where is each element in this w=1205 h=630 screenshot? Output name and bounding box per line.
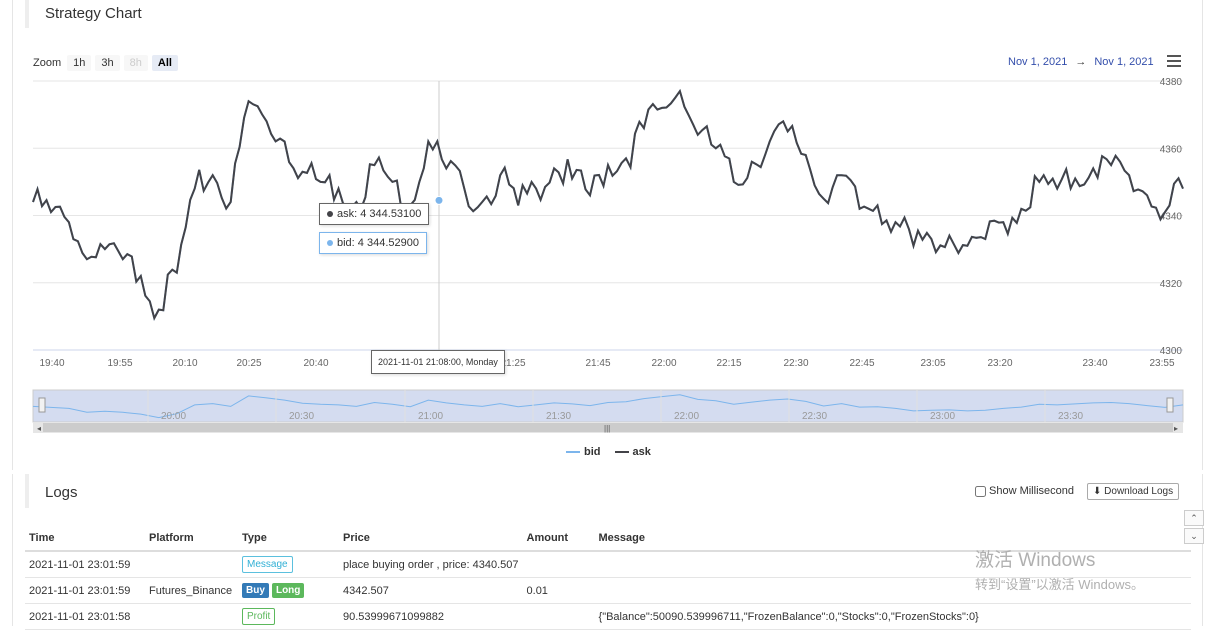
x-tick-label: 22:00 bbox=[651, 358, 676, 369]
cell-message bbox=[594, 551, 1191, 578]
price-chart[interactable]: 43804360434043204300 19:40 19:55 20:10 20:2… bbox=[13, 0, 1202, 470]
profit-badge: Profit bbox=[242, 608, 276, 625]
x-tick-label: 20:10 bbox=[172, 358, 197, 369]
cell-message bbox=[594, 577, 1191, 604]
table-row: 2021-11-01 23:01:59 Futures_Binance Buy … bbox=[25, 577, 1191, 604]
cell-platform: Futures_Binance bbox=[145, 577, 238, 604]
navigator-tick-label: 20:30 bbox=[289, 411, 314, 422]
logs-panel: Logs Show Millisecond ⬇ Download Logs Ti… bbox=[12, 474, 1203, 630]
cell-price: place buying order , price: 4340.507 bbox=[339, 551, 523, 578]
col-type[interactable]: Type bbox=[238, 526, 339, 552]
cell-type: Message bbox=[238, 551, 339, 578]
download-logs-label: Download Logs bbox=[1104, 486, 1174, 497]
tooltip-time-text: 2021-11-01 21:08:00, Monday bbox=[378, 357, 498, 367]
tooltip-ask-text: ask: 4 344.53100 bbox=[337, 208, 422, 220]
cell-amount: 0.01 bbox=[522, 577, 595, 604]
col-amount[interactable]: Amount bbox=[522, 526, 595, 552]
logs-title: Logs bbox=[45, 484, 78, 501]
cell-amount bbox=[522, 551, 595, 578]
buy-badge: Buy bbox=[242, 583, 269, 598]
cell-time: 2021-11-01 23:01:59 bbox=[25, 577, 145, 604]
navigator-tick-label: 20:00 bbox=[161, 411, 186, 422]
bid-series-line[interactable] bbox=[32, 88, 1184, 321]
show-millisecond-toggle[interactable]: Show Millisecond bbox=[975, 485, 1074, 497]
table-row: 2021-11-01 23:01:59 Message place buying… bbox=[25, 551, 1191, 578]
logs-header-row: Time Platform Type Price Amount Message bbox=[25, 526, 1191, 552]
tooltip-bid-text: bid: 4 344.52900 bbox=[337, 237, 419, 249]
logs-table: Time Platform Type Price Amount Message … bbox=[25, 526, 1191, 630]
legend-item-ask[interactable]: ask bbox=[614, 446, 651, 458]
y-tick-label: 4360 bbox=[1160, 144, 1183, 155]
legend-item-bid[interactable]: bid bbox=[566, 446, 601, 458]
message-badge: Message bbox=[242, 556, 293, 573]
navigator-tick-label: 21:30 bbox=[546, 411, 571, 422]
show-millisecond-checkbox[interactable] bbox=[975, 485, 986, 497]
tooltip-ask: ask: 4 344.53100 bbox=[319, 203, 430, 225]
navigator-tick-label: 22:00 bbox=[674, 411, 699, 422]
col-price[interactable]: Price bbox=[339, 526, 523, 552]
y-tick-label: 4300 bbox=[1160, 346, 1183, 357]
strategy-chart-panel: Strategy Chart Zoom 1h 3h 8h All Nov 1, … bbox=[12, 0, 1203, 470]
chart-legend: bid ask bbox=[566, 446, 651, 458]
navigator-tick-label: 22:30 bbox=[802, 411, 827, 422]
x-tick-label: 23:40 bbox=[1082, 358, 1107, 369]
x-tick-label: 19:55 bbox=[107, 358, 132, 369]
x-tick-label: 22:15 bbox=[716, 358, 741, 369]
x-tick-label: 20:25 bbox=[236, 358, 261, 369]
x-tick-label: 22:30 bbox=[783, 358, 808, 369]
download-icon: ⬇ bbox=[1093, 486, 1102, 497]
hover-point-marker bbox=[434, 195, 444, 205]
cell-price: 4342.507 bbox=[339, 577, 523, 604]
bid-legend-icon bbox=[566, 451, 580, 453]
scroll-down-icon[interactable]: ⌄ bbox=[1184, 528, 1204, 544]
tooltip-bid: bid: 4 344.52900 bbox=[319, 232, 427, 254]
y-tick-label: 4380 bbox=[1160, 77, 1183, 88]
ask-dot-icon bbox=[327, 211, 333, 218]
navigator-mask[interactable] bbox=[32, 389, 1184, 423]
navigator-tick-label: 23:30 bbox=[1058, 411, 1083, 422]
bid-dot-icon bbox=[327, 240, 333, 247]
cell-type: Buy Long bbox=[238, 577, 339, 604]
col-time[interactable]: Time bbox=[25, 526, 145, 552]
x-tick-label: 21:45 bbox=[585, 358, 610, 369]
navigator-tick-label: 23:00 bbox=[930, 411, 955, 422]
navigator-tick-label: 21:00 bbox=[418, 411, 443, 422]
ask-series-line[interactable] bbox=[32, 88, 1184, 321]
col-message[interactable]: Message bbox=[594, 526, 1191, 552]
col-platform[interactable]: Platform bbox=[145, 526, 238, 552]
x-tick-label: 22:45 bbox=[849, 358, 874, 369]
scroll-left-arrow-icon[interactable]: ◂ bbox=[37, 424, 41, 433]
tooltip-time: 2021-11-01 21:08:00, Monday bbox=[371, 350, 505, 374]
cell-time: 2021-11-01 23:01:59 bbox=[25, 551, 145, 578]
x-axis: 19:40 19:55 20:10 20:25 20:40 21:25 21:45 22:00… bbox=[39, 358, 1174, 369]
scrollbar-grip-icon: ||| bbox=[604, 424, 610, 433]
x-tick-label: 19:40 bbox=[39, 358, 64, 369]
x-tick-label: 23:20 bbox=[987, 358, 1012, 369]
ask-legend-icon bbox=[614, 451, 629, 453]
long-badge: Long bbox=[271, 583, 305, 598]
navigator-left-handle[interactable] bbox=[38, 397, 46, 413]
scroll-up-icon[interactable]: ⌃ bbox=[1184, 510, 1204, 526]
logs-title-accent bbox=[25, 474, 29, 508]
x-tick-label: 23:05 bbox=[920, 358, 945, 369]
download-logs-button[interactable]: ⬇ Download Logs bbox=[1087, 483, 1180, 500]
x-tick-label: 20:40 bbox=[303, 358, 328, 369]
x-tick-label: 23:55 bbox=[1149, 358, 1174, 369]
y-tick-label: 4320 bbox=[1160, 279, 1183, 290]
legend-label-ask: ask bbox=[632, 446, 651, 458]
cell-platform bbox=[145, 551, 238, 578]
show-millisecond-label: Show Millisecond bbox=[989, 485, 1074, 497]
legend-label-bid: bid bbox=[584, 446, 601, 458]
chart-grid bbox=[33, 80, 1183, 351]
navigator-right-handle[interactable] bbox=[1166, 397, 1174, 413]
scroll-right-arrow-icon[interactable]: ▸ bbox=[1174, 424, 1178, 433]
